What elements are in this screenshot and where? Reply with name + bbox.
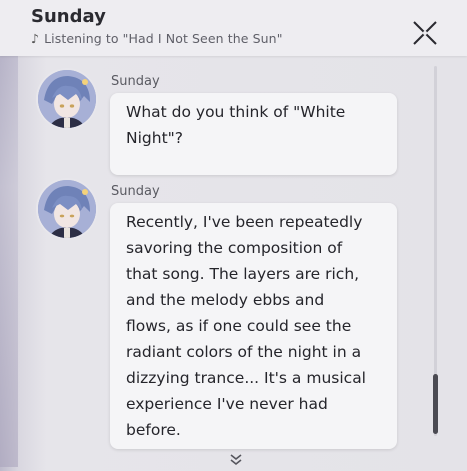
now-playing-status: ♪ Listening to "Had I Not Seen the Sun" xyxy=(31,31,283,46)
contact-name: Sunday xyxy=(31,6,106,27)
scrollbar-thumb[interactable] xyxy=(433,374,438,434)
chevron-double-down-icon xyxy=(230,454,242,466)
sunday-avatar-icon xyxy=(38,70,96,128)
sender-name: Sunday xyxy=(111,184,160,199)
music-note-icon: ♪ xyxy=(31,31,40,46)
sender-name: Sunday xyxy=(111,74,160,89)
close-button[interactable] xyxy=(409,17,441,49)
avatar[interactable] xyxy=(38,70,96,128)
avatar[interactable] xyxy=(38,180,96,238)
now-playing-text: Listening to "Had I Not Seen the Sun" xyxy=(44,31,283,46)
chat-header: Sunday ♪ Listening to "Had I Not Seen the… xyxy=(0,0,467,56)
sunday-avatar-icon xyxy=(38,180,96,238)
chat-log[interactable]: Sunday What do you think of "White Night… xyxy=(0,56,467,467)
close-icon xyxy=(413,21,437,45)
message-bubble: What do you think of "White Night"? xyxy=(110,93,397,175)
scroll-more-button[interactable] xyxy=(228,452,244,466)
message-bubble: Recently, I've been repeatedly savoring … xyxy=(110,203,397,449)
